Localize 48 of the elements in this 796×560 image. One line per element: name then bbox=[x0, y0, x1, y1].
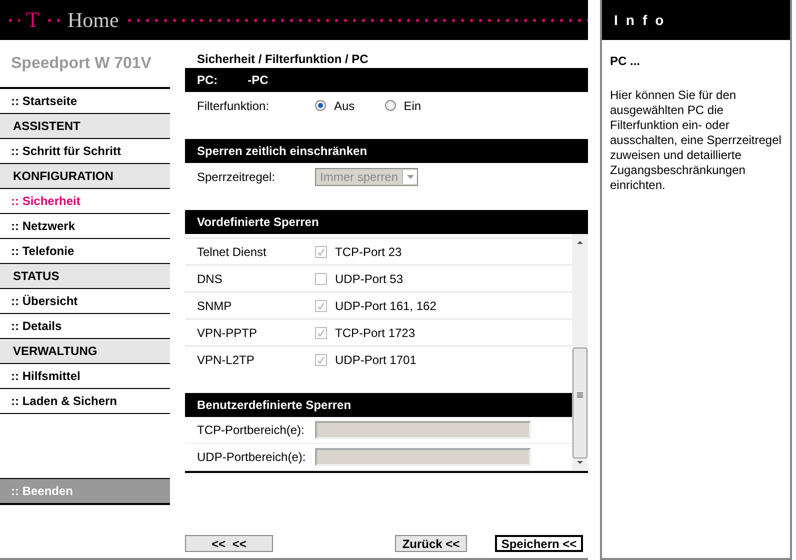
info-heading: PC ... bbox=[609, 53, 642, 68]
breadcrumb: Sicherheit / Filterfunktion / PC bbox=[196, 51, 370, 68]
nav-button[interactable]: Zurück << bbox=[395, 535, 467, 552]
radio-option[interactable]: Ein bbox=[384, 98, 422, 112]
nav-link[interactable]: :: Laden & Sichern bbox=[0, 389, 170, 414]
caret-icon bbox=[406, 174, 414, 178]
port-label: UDP-Port 1701 bbox=[335, 352, 416, 366]
nav-link[interactable]: :: Hilfsmittel bbox=[0, 364, 170, 389]
port-label: UDP-Port 161, 162 bbox=[335, 298, 436, 312]
nav-button[interactable]: << << bbox=[185, 535, 273, 552]
t-logo: T bbox=[26, 9, 40, 31]
section-header: Vordefinierte Sperren bbox=[185, 210, 588, 234]
nav-section-header: ASSISTENT bbox=[0, 114, 170, 139]
checkbox[interactable] bbox=[315, 272, 327, 284]
nav-section-header: STATUS bbox=[0, 264, 170, 289]
radio-button[interactable] bbox=[384, 100, 396, 111]
field-label: TCP-Portbereich(e): bbox=[197, 423, 306, 437]
nav-link[interactable]: :: Netzwerk bbox=[0, 214, 170, 239]
service-name: DNS bbox=[197, 272, 224, 286]
checkbox[interactable] bbox=[315, 354, 327, 366]
product-name: Speedport W 701V bbox=[0, 40, 170, 88]
nav-button[interactable]: Speichern << bbox=[495, 535, 583, 552]
section-header: Sperren zeitlich einschränken bbox=[185, 139, 588, 163]
port-label: UDP-Port 53 bbox=[335, 272, 404, 286]
service-name: VPN-PPTP bbox=[197, 326, 258, 340]
info-text: Hier können Sie für den ausgewählten PC die Filterfunktion ein- oder ausschalten, eine Sperrzeitregel zuweisen und detaillierte Zugangsbeschränkungen einrichten. bbox=[609, 87, 782, 193]
checkbox[interactable] bbox=[315, 300, 327, 312]
service-name: Telnet Dienst bbox=[197, 244, 268, 258]
radio-button[interactable] bbox=[315, 100, 326, 111]
nav-section-header: KONFIGURATION bbox=[0, 164, 170, 189]
info-title: Info bbox=[602, 0, 790, 40]
port-label: TCP-Port 23 bbox=[335, 244, 402, 258]
nav-link[interactable]: :: Sicherheit bbox=[0, 189, 170, 214]
checkbox[interactable] bbox=[315, 246, 327, 258]
pc-label: PC: bbox=[197, 73, 218, 87]
section-header: Benutzerdefinierte Sperren bbox=[185, 393, 572, 417]
nav-link[interactable]: :: Übersicht bbox=[0, 289, 170, 314]
service-name: VPN-L2TP bbox=[197, 352, 256, 366]
pc-name: -PC bbox=[248, 73, 268, 87]
checkbox[interactable] bbox=[315, 326, 327, 338]
nav-section-header: VERWALTUNG bbox=[0, 339, 170, 364]
field-label: UDP-Portbereich(e): bbox=[197, 450, 307, 464]
field-label: Sperrzeitregel: bbox=[197, 170, 276, 184]
radio-option[interactable]: Aus bbox=[315, 98, 355, 112]
field-label: Filterfunktion: bbox=[197, 98, 270, 112]
port-label: TCP-Port 1723 bbox=[335, 326, 416, 340]
brand-title: Home bbox=[67, 10, 119, 30]
service-name: SNMP bbox=[197, 298, 233, 312]
